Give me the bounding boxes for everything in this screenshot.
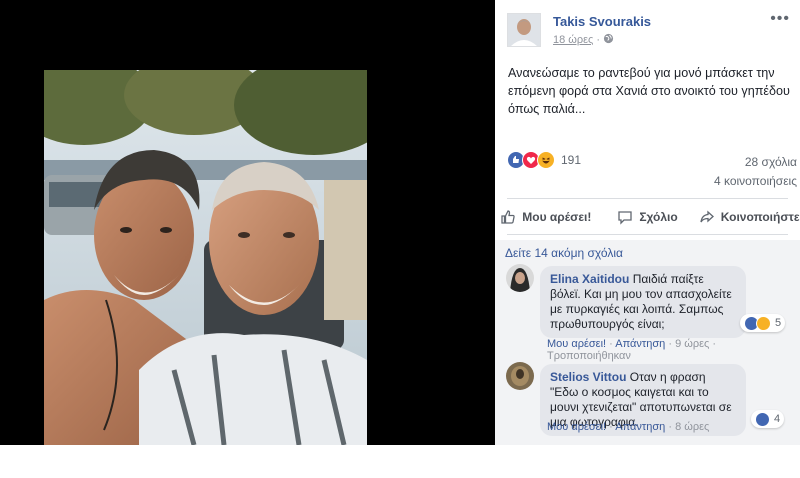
photo-viewer — [0, 0, 495, 445]
commenter-name[interactable]: Elina Xaitidou — [550, 272, 629, 286]
comment-label: Σχόλιο — [639, 210, 678, 224]
shares-count[interactable]: 4 κοινοποιήσεις — [714, 174, 797, 188]
more-options-icon[interactable]: ••• — [770, 10, 790, 28]
divider — [507, 198, 788, 199]
comment-button[interactable]: Σχόλιο — [597, 202, 699, 232]
like-reaction-icon — [755, 411, 770, 427]
like-label: Μου αρέσει! — [522, 210, 592, 224]
commenter-avatar[interactable] — [506, 264, 534, 292]
page-background — [0, 445, 800, 478]
meta-separator: · — [596, 34, 601, 46]
divider — [507, 234, 788, 235]
post-side-panel: Takis Svourakis 18 ώρες · ••• Ανανεώσαμε… — [495, 0, 800, 445]
post-meta: 18 ώρες · — [553, 33, 614, 46]
reactions-count: 191 — [561, 153, 582, 167]
post-photo[interactable] — [44, 70, 367, 445]
comment-bubble: Elina Xaitidou Παιδιά παίξτε βόλεϊ. Και … — [540, 266, 746, 338]
reactions-summary[interactable]: 191 — [507, 150, 581, 170]
globe-icon — [604, 33, 614, 44]
like-button[interactable]: Μου αρέσει! — [495, 202, 597, 232]
comment-icon — [618, 211, 632, 225]
comment-reaction-count: 4 — [774, 413, 781, 425]
comment-actions: Μου αρέσει! · Απάντηση · 8 ώρες — [547, 421, 710, 433]
comment-actions: Μου αρέσει! · Απάντηση · 9 ώρες · Τροποπ… — [547, 338, 717, 362]
share-icon — [700, 210, 714, 223]
comment-reactions[interactable]: 5 — [740, 314, 786, 332]
comment-time[interactable]: 9 ώρες — [675, 338, 709, 350]
comment-reply-link[interactable]: Απάντηση — [615, 421, 665, 433]
comment-edited[interactable]: Τροποποιήθηκαν — [547, 350, 631, 362]
share-button[interactable]: Κοινοποιήστε — [698, 202, 800, 232]
commenter-avatar[interactable] — [506, 362, 534, 390]
author-name[interactable]: Takis Svourakis — [553, 14, 651, 29]
comment-reaction-count: 5 — [775, 317, 782, 329]
post-text: Ανανεώσαμε το ραντεβού για μονό μπάσκετ … — [508, 66, 790, 116]
comment-like-link[interactable]: Μου αρέσει! — [547, 338, 606, 350]
selfie-image — [44, 70, 367, 445]
share-label: Κοινοποιήστε — [720, 210, 800, 224]
commenter-name[interactable]: Stelios Vittou — [550, 370, 626, 384]
comment-reply-link[interactable]: Απάντηση — [615, 338, 665, 350]
comment-reactions[interactable]: 4 — [751, 410, 785, 428]
haha-reaction-icon — [537, 151, 555, 169]
post-actions: Μου αρέσει! Σχόλιο Κοινοποιήστε — [495, 202, 800, 232]
haha-reaction-icon — [756, 315, 771, 331]
comments-count[interactable]: 28 σχόλια — [745, 155, 797, 169]
comments-section: Δείτε 14 ακόμη σχόλια Elina Xaitidou Παι… — [495, 240, 800, 445]
post-time[interactable]: 18 ώρες — [553, 34, 593, 46]
like-icon — [501, 210, 515, 224]
comment-like-link[interactable]: Μου αρέσει! — [547, 421, 606, 433]
comment-time[interactable]: 8 ώρες — [675, 421, 709, 433]
author-avatar[interactable] — [507, 13, 541, 47]
view-more-comments-link[interactable]: Δείτε 14 ακόμη σχόλια — [505, 246, 623, 260]
